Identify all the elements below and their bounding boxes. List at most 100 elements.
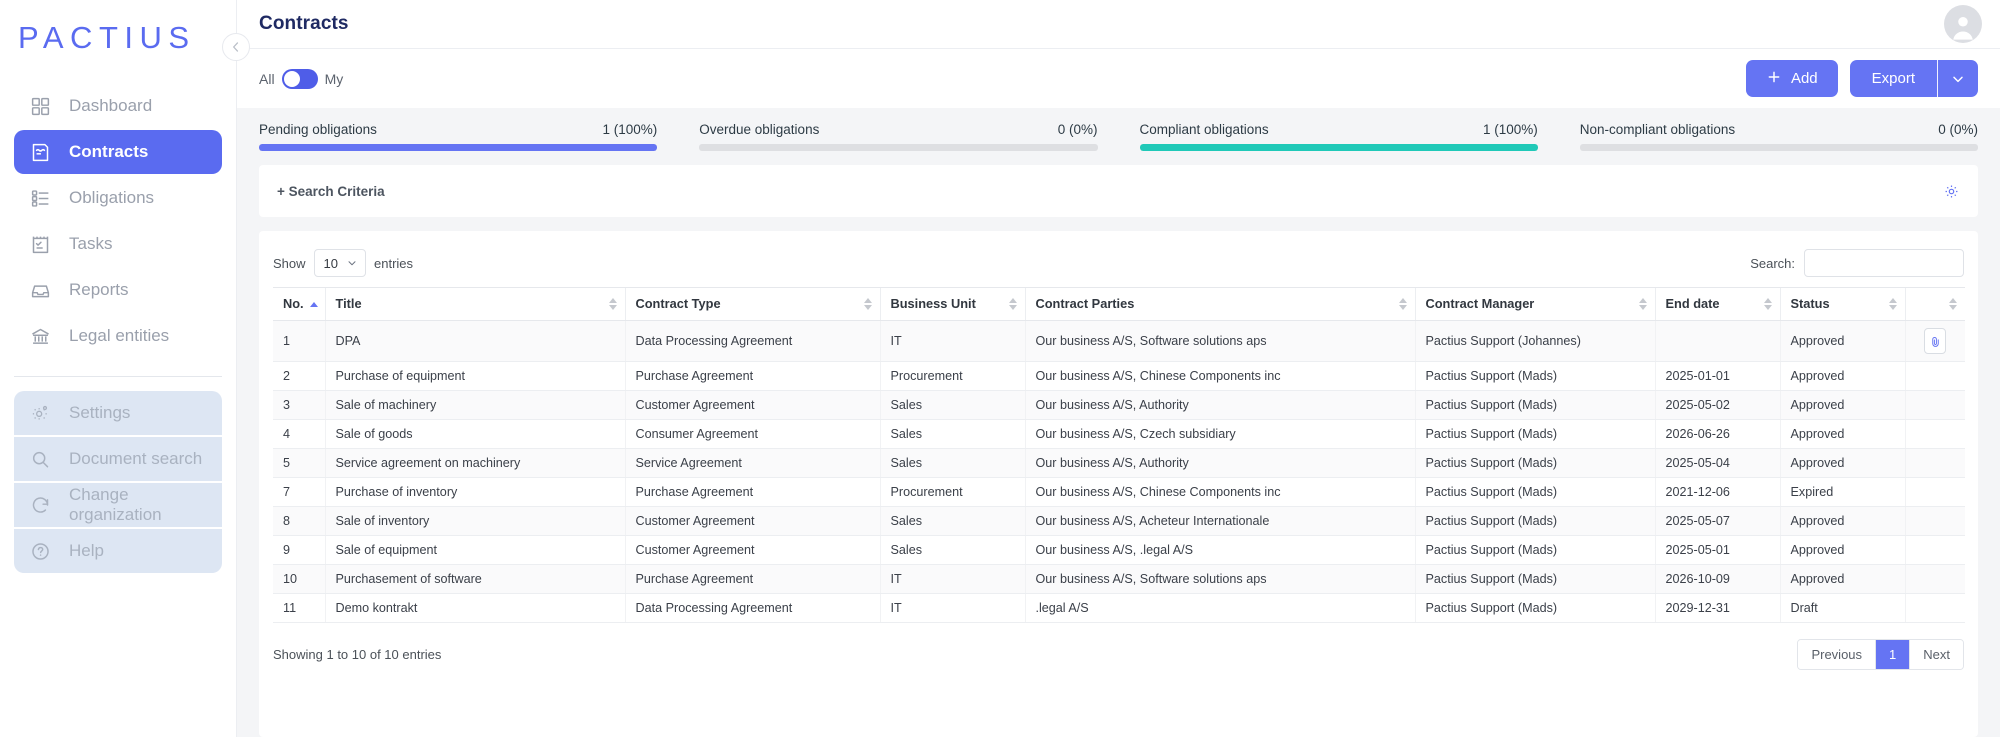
column-header-end-date[interactable]: End date	[1654, 287, 1780, 321]
sidebar-item-dashboard[interactable]: Dashboard	[14, 84, 222, 128]
export-button-group: Export	[1849, 60, 1978, 97]
search-criteria-toggle[interactable]: + Search Criteria	[277, 184, 385, 199]
tasks-icon	[28, 232, 52, 256]
table-row[interactable]: 10 Purchasement of software Purchase Agree…	[273, 564, 1965, 594]
search-settings-button[interactable]	[1943, 183, 1960, 200]
sidebar-item-legal-entities[interactable]: Legal entities	[14, 314, 222, 358]
cell-contract-manager: Pactius Support (Mads)	[1414, 361, 1655, 391]
column-header-business-unit[interactable]: Business Unit	[879, 287, 1025, 321]
cell-attachment	[1904, 390, 1965, 420]
column-header-title[interactable]: Title	[324, 287, 625, 321]
pagination-next[interactable]: Next	[1910, 640, 1963, 669]
table-row[interactable]: 1 DPA Data Processing Agreement IT Our busin…	[273, 320, 1965, 362]
search-input[interactable]	[1804, 249, 1964, 277]
all-my-toggle[interactable]	[281, 68, 318, 89]
column-header-contract-manager[interactable]: Contract Manager	[1414, 287, 1655, 321]
column-header-attachment[interactable]	[1904, 287, 1965, 321]
contracts-table: No. Title Contract Type Business Unit Co…	[273, 287, 1965, 623]
column-header-contract-type[interactable]: Contract Type	[624, 287, 880, 321]
stat-label: Overdue obligations	[699, 122, 820, 137]
column-header-status[interactable]: Status	[1779, 287, 1905, 321]
cell-status: Approved	[1779, 448, 1905, 478]
sidebar-item-contracts[interactable]: Contracts	[14, 130, 222, 174]
cell-attachment	[1904, 320, 1965, 362]
sort-asc-icon	[309, 302, 318, 308]
column-label: Contract Parties	[1035, 296, 1135, 311]
sort-icon	[608, 298, 617, 310]
column-header-no[interactable]: No.	[273, 287, 325, 321]
chevron-down-icon	[1953, 76, 1963, 82]
sidebar-item-label: Legal entities	[69, 326, 170, 345]
cell-contract-type: Customer Agreement	[624, 535, 880, 565]
pagination-previous[interactable]: Previous	[1798, 640, 1877, 669]
cell-contract-type: Purchase Agreement	[624, 361, 880, 391]
table-row[interactable]: 2 Purchase of equipment Purchase Agreement…	[273, 361, 1965, 391]
sidebar-item-label: Contracts	[69, 142, 149, 161]
page-size-select[interactable]: 10	[313, 249, 366, 277]
sort-icon	[1638, 298, 1647, 310]
page-title: Contracts	[259, 13, 349, 34]
column-header-contract-parties[interactable]: Contract Parties	[1024, 287, 1415, 321]
cell-attachment	[1904, 535, 1965, 565]
export-button-label: Export	[1871, 70, 1915, 87]
cell-title: Purchase of equipment	[324, 361, 625, 391]
cell-title: Purchasement of software	[324, 564, 625, 594]
cell-end-date: 2026-10-09	[1654, 564, 1780, 594]
sort-icon	[1888, 298, 1897, 310]
cell-business-unit: IT	[879, 593, 1025, 623]
cell-contract-manager: Pactius Support (Mads)	[1414, 477, 1655, 507]
sort-icon	[1949, 298, 1957, 310]
add-button[interactable]: Add	[1745, 60, 1838, 97]
pagination: Previous 1 Next	[1797, 639, 1964, 670]
stat-label: Compliant obligations	[1139, 122, 1269, 137]
contracts-table-card: Show 10 entries Search: No. Title Contra…	[259, 231, 1978, 737]
sidebar-divider	[14, 376, 222, 377]
chevron-down-icon	[348, 261, 356, 266]
cell-title: Sale of machinery	[324, 390, 625, 420]
cell-no: 11	[273, 593, 325, 623]
search-label: Search:	[1750, 255, 1795, 271]
table-row[interactable]: 9 Sale of equipment Customer Agreement Sale…	[273, 535, 1965, 565]
table-row[interactable]: 3 Sale of machinery Customer Agreement Sale…	[273, 390, 1965, 420]
table-row[interactable]: 5 Service agreement on machinery Service A…	[273, 448, 1965, 478]
cell-business-unit: Sales	[879, 390, 1025, 420]
export-button[interactable]: Export	[1849, 60, 1938, 97]
pagination-page-1[interactable]: 1	[1876, 640, 1911, 669]
sidebar-item-settings[interactable]: Settings	[14, 391, 222, 435]
reports-icon	[28, 278, 52, 302]
cell-contract-parties: Our business A/S, Software solutions aps	[1024, 564, 1415, 594]
table-row[interactable]: 4 Sale of goods Consumer Agreement Sales Our…	[273, 419, 1965, 449]
progress-bar	[259, 144, 658, 151]
attachment-button[interactable]	[1924, 328, 1947, 354]
main-content: Contracts All My Add Export Pending obli…	[236, 0, 2000, 737]
column-label: No.	[283, 296, 304, 311]
sidebar-item-change-organization[interactable]: Change organization	[14, 483, 222, 527]
sidebar-item-reports[interactable]: Reports	[14, 268, 222, 312]
sidebar-item-obligations[interactable]: Obligations	[14, 176, 222, 220]
chevron-left-icon	[233, 42, 239, 52]
avatar[interactable]	[1944, 5, 1982, 43]
table-row[interactable]: 7 Purchase of inventory Purchase Agreement…	[273, 477, 1965, 507]
bank-icon	[28, 324, 52, 348]
sort-icon	[1008, 298, 1017, 310]
cell-contract-type: Purchase Agreement	[624, 564, 880, 594]
sidebar-item-label: Reports	[69, 280, 129, 299]
search-icon	[28, 447, 52, 471]
contracts-icon	[28, 140, 52, 164]
page-size-value: 10	[323, 255, 338, 271]
export-dropdown-button[interactable]	[1938, 60, 1978, 97]
sidebar-item-help[interactable]: Help	[14, 529, 222, 573]
sidebar-item-document-search[interactable]: Document search	[14, 437, 222, 481]
cell-status: Approved	[1779, 361, 1905, 391]
table-row[interactable]: 11 Demo kontrakt Data Processing Agreement…	[273, 593, 1965, 623]
cell-end-date: 2021-12-06	[1654, 477, 1780, 507]
cell-contract-parties: Our business A/S, Chinese Components inc	[1024, 361, 1415, 391]
sidebar-collapse-button[interactable]	[222, 33, 250, 61]
cell-attachment	[1904, 477, 1965, 507]
cell-end-date: 2029-12-31	[1654, 593, 1780, 623]
sidebar-item-tasks[interactable]: Tasks	[14, 222, 222, 266]
cell-attachment	[1904, 361, 1965, 391]
table-row[interactable]: 8 Sale of inventory Customer Agreement Sale…	[273, 506, 1965, 536]
cell-business-unit: Procurement	[879, 361, 1025, 391]
cell-no: 5	[273, 448, 325, 478]
